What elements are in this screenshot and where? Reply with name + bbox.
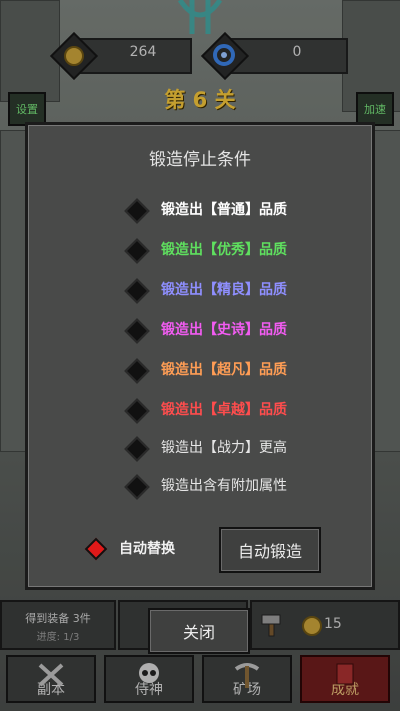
option-label: 锻造出【优秀】品质 [161, 242, 287, 258]
dialog-title: 锻造停止条件 [149, 150, 251, 170]
option-label: 锻造出【史诗】品质 [161, 322, 287, 338]
option-label: 锻造出【精良】品质 [161, 282, 287, 298]
option-extra-attributes[interactable]: 锻造出含有附加属性 [28, 473, 372, 500]
option-epic[interactable]: 锻造出【史诗】品质 [28, 317, 372, 344]
auto-replace-checked-diamond[interactable] [84, 537, 108, 561]
forge-stop-conditions-dialog: 锻造停止条件 锻造出【普通】品质 锻造出【优秀】品质 锻造出【精良】品质 锻造出… [25, 122, 375, 590]
option-label: 锻造出含有附加属性 [161, 478, 287, 494]
option-label: 锻造出【战力】更高 [161, 440, 287, 456]
option-higher-power[interactable]: 锻造出【战力】更高 [28, 435, 372, 462]
option-fine[interactable]: 锻造出【精良】品质 [28, 277, 372, 304]
option-label: 锻造出【卓越】品质 [161, 402, 287, 418]
checkbox-diamond[interactable] [124, 358, 150, 384]
option-transcendent[interactable]: 锻造出【超凡】品质 [28, 357, 372, 384]
option-outstanding[interactable]: 锻造出【卓越】品质 [28, 397, 372, 424]
checkbox-diamond[interactable] [124, 198, 150, 224]
checkbox-diamond[interactable] [124, 436, 150, 462]
checkbox-diamond[interactable] [124, 318, 150, 344]
checkbox-diamond[interactable] [124, 278, 150, 304]
checkbox-diamond[interactable] [124, 474, 150, 500]
auto-forge-button[interactable]: 自动锻造 [219, 527, 321, 573]
option-label: 锻造出【超凡】品质 [161, 362, 287, 378]
option-label: 锻造出【普通】品质 [161, 202, 287, 218]
auto-replace-label: 自动替换 [119, 541, 175, 557]
close-button[interactable]: 关闭 [148, 608, 250, 654]
option-excellent[interactable]: 锻造出【优秀】品质 [28, 237, 372, 264]
checkbox-diamond[interactable] [124, 398, 150, 424]
checkbox-diamond[interactable] [124, 238, 150, 264]
option-common[interactable]: 锻造出【普通】品质 [28, 197, 372, 224]
